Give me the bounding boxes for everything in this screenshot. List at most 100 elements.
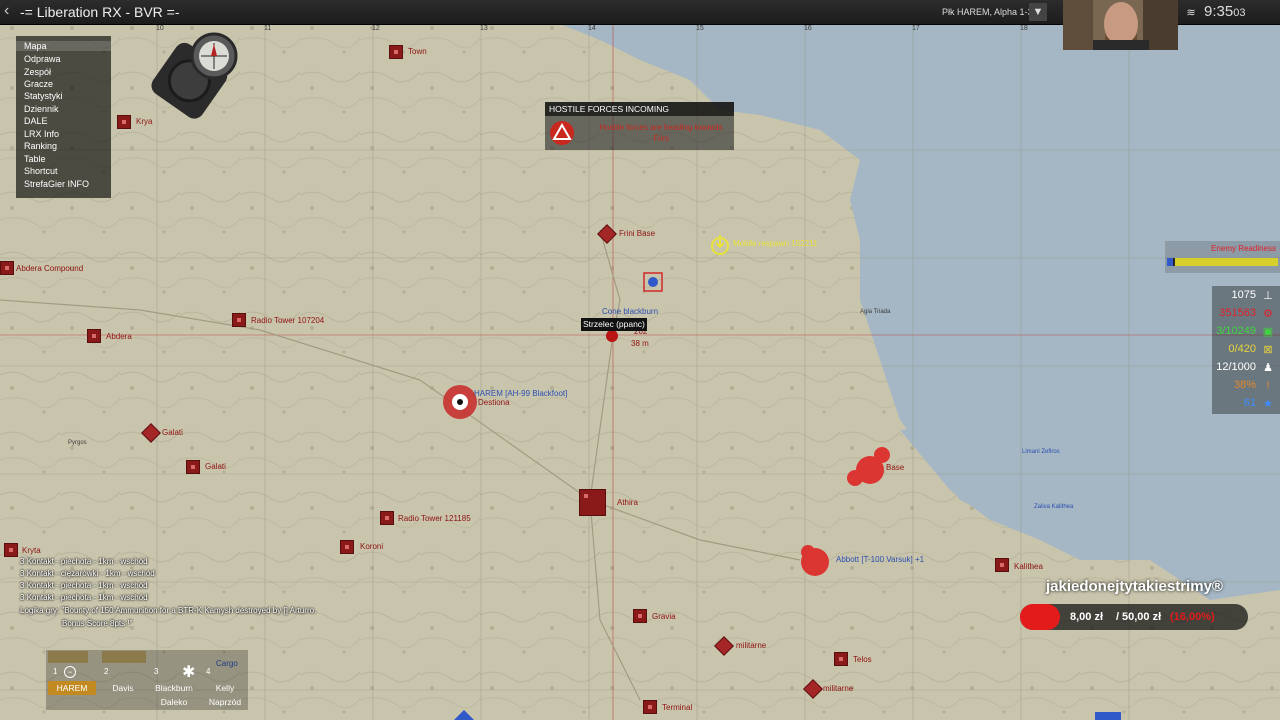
place-label: Kalithea <box>1014 562 1043 571</box>
menu-item-statystyki[interactable]: Statystyki <box>24 91 63 101</box>
grid-label: 14 <box>588 25 596 32</box>
minus-circle-icon[interactable]: − <box>64 666 76 678</box>
chat-channel: 3 <box>20 557 25 566</box>
units-icon: ♟ <box>1263 362 1273 374</box>
radio-tower-marker[interactable] <box>380 511 394 525</box>
chat-channel: 3 <box>20 593 25 602</box>
grid-label: 12 <box>372 25 380 32</box>
chat-channel: 3 <box>20 569 25 578</box>
water-label: Limani Zefiros <box>1022 449 1060 455</box>
donation-title: jakiedonejtytakiestrimy® <box>1046 578 1223 595</box>
menu-item-strefagier-info[interactable]: StrefaGier INFO <box>24 179 89 189</box>
squad-slot-2[interactable] <box>102 651 146 663</box>
place-label: Abdera <box>106 332 132 341</box>
radio-tower-marker[interactable] <box>232 313 246 327</box>
grid-label: 13 <box>480 25 488 32</box>
donation-goal: 50,00 zł <box>1122 611 1162 623</box>
squad-member-davis[interactable]: Davis <box>99 681 147 695</box>
squad-member-status: Daleko <box>160 697 188 707</box>
layers-icon[interactable]: ≋ <box>1182 3 1200 21</box>
abdera-compound-marker[interactable] <box>0 261 14 275</box>
menu-item-zespol[interactable]: Zespół <box>24 67 51 77</box>
respawn-icon[interactable] <box>710 233 730 255</box>
place-label: Telos <box>853 655 872 664</box>
place-label: Gravia <box>652 612 676 621</box>
game-clock: 9:3503 <box>1204 3 1245 20</box>
ammo-value: 351563 <box>1219 307 1256 319</box>
clock-time: 9:35 <box>1204 3 1234 20</box>
player-unit-label: HAREM [AH-99 Blackfoot] <box>474 389 568 398</box>
kalithea-marker[interactable] <box>995 558 1009 572</box>
menu-item-ranking[interactable]: Ranking <box>24 141 57 151</box>
player-name: Płk HAREM, Alpha 1-3-1 <box>942 7 1041 17</box>
kryta-marker[interactable] <box>4 543 18 557</box>
supplies-icon: ⊥ <box>1263 290 1273 302</box>
place-label: Radio Tower 121185 <box>398 514 471 523</box>
galati-outpost-marker[interactable] <box>186 460 200 474</box>
alert-icon: ! <box>1266 380 1270 392</box>
menu-item-lrx-info[interactable]: LRX Info <box>24 129 59 139</box>
grid-label: 16 <box>804 25 812 32</box>
abdera-marker[interactable] <box>87 329 101 343</box>
alert-value: 38% <box>1233 379 1256 391</box>
menu-item-dale[interactable]: DALE <box>24 116 48 126</box>
menu-item-mapa[interactable]: Mapa <box>16 41 111 51</box>
grid-label: 11 <box>264 25 272 32</box>
donation-separator: / <box>1116 611 1120 623</box>
place-label: militarne <box>736 641 767 650</box>
menu-item-shortcut[interactable]: Shortcut <box>24 166 58 176</box>
chat-text: Kontakt - ciężarówki - 1km - wschód <box>26 569 155 578</box>
menu-item-gracze[interactable]: Gracze <box>24 79 53 89</box>
ammo-icon: ⚙ <box>1263 308 1273 320</box>
system-message: Bonus Score 8pts !" <box>62 619 133 628</box>
squad-member-kelly[interactable]: Kelly <box>201 681 249 695</box>
menu-item-dziennik[interactable]: Dziennik <box>24 104 59 114</box>
squad-number: 4 <box>206 667 211 676</box>
chat-channel: 3 <box>20 581 25 590</box>
chat-text: Kontakt - piechota - 1km - wschód <box>26 557 148 566</box>
system-message: Logika gry: "Bounty of 150 Ammunition fo… <box>20 606 317 615</box>
fuel-value: 3/10249 <box>1216 325 1256 337</box>
grid-label: 15 <box>696 25 704 32</box>
place-label: Athira <box>617 498 638 507</box>
place-label: militarne <box>823 684 854 693</box>
town-marker[interactable] <box>389 45 403 59</box>
squad-number: 1 <box>53 667 58 676</box>
readiness-bar-start <box>1167 258 1173 266</box>
donation-percent: (16,00%) <box>1170 611 1215 623</box>
terminal-marker[interactable] <box>643 700 657 714</box>
compass-icon[interactable] <box>150 26 250 126</box>
grid-label: 18 <box>1020 25 1028 32</box>
squad-slot-1[interactable] <box>48 651 88 663</box>
place-label: Radio Tower 107204 <box>251 316 325 325</box>
squad-member-harem[interactable]: HAREM <box>48 681 96 695</box>
squad-number: 2 <box>104 667 109 676</box>
chat-text: Kontakt - piechota - 1km - wschód <box>26 593 148 602</box>
webcam-overlay <box>1063 0 1178 50</box>
squad-member-blackburn[interactable]: Blackburn <box>150 681 198 695</box>
place-label: Frini Base <box>619 229 656 238</box>
athira-marker[interactable] <box>579 489 606 516</box>
krya-marker[interactable] <box>117 115 131 129</box>
notification-body: Hostile forces are heading towards Frini <box>545 116 734 150</box>
notification-line-1: Hostile forces are heading towards <box>599 123 723 132</box>
gravia-marker[interactable] <box>633 609 647 623</box>
chat-text: Kontakt - piechota - 1km - wschód <box>26 581 148 590</box>
donation-goal-bar: 8,00 zł / 50,00 zł (16,00%) <box>1020 604 1248 630</box>
vehicles-value: 0/420 <box>1228 343 1256 355</box>
place-label: Koroni <box>360 542 384 551</box>
place-label: Destiona <box>478 398 510 407</box>
clock-seconds: 03 <box>1233 7 1246 19</box>
place-label: Base <box>886 463 905 472</box>
notification-line-2: Frini <box>653 134 669 143</box>
chat-line: 3 Kontakt - piechota - 1km - wschód <box>20 557 148 566</box>
map-menu: Mapa Odprawa Zespół Gracze Statystyki Dz… <box>16 36 111 198</box>
menu-item-odprawa[interactable]: Odprawa <box>24 54 61 64</box>
koroni-marker[interactable] <box>340 540 354 554</box>
menu-item-table[interactable]: Table <box>24 154 46 164</box>
filter-icon[interactable]: ▼ <box>1029 3 1047 21</box>
chevron-left-icon[interactable]: ‹ <box>4 2 9 20</box>
readiness-bar-fill <box>1175 258 1278 266</box>
friendly-unit-label: Abbott [T-100 Varsuk] +1 <box>836 555 925 564</box>
telos-marker[interactable] <box>834 652 848 666</box>
